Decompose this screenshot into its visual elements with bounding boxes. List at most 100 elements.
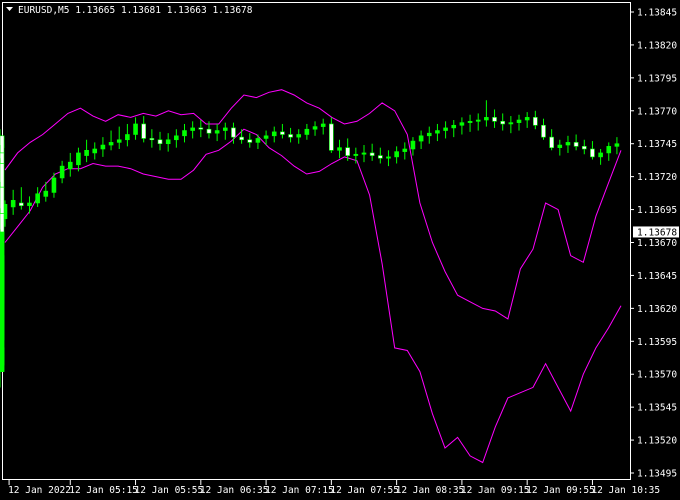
candle-body [329,123,334,151]
candle-body [533,117,538,126]
candle-body [508,122,514,125]
candle-body [280,131,285,135]
candle-body [426,132,432,137]
x-tick-label: 12 Jan 2022 [8,485,71,496]
candle-body [165,139,171,145]
candle-body [10,200,16,208]
x-tick-label: 12 Jan 09:15 [461,485,530,496]
candle-body [475,119,481,122]
candle-body [0,273,5,304]
y-tick-label: 1.13695 [637,205,677,216]
candle-body [410,140,416,150]
candle-body [141,123,147,139]
y-tick-label: 1.13520 [637,436,677,447]
candle-body [0,135,5,154]
x-tick-label: 12 Jan 06:35 [200,485,269,496]
candle-body [125,134,130,141]
y-tick-label: 1.13720 [637,172,677,183]
candle-body [214,130,220,134]
y-tick-label: 1.13545 [637,403,677,414]
candle-body [353,153,359,156]
candle-body [206,128,212,134]
candle-body [386,156,391,159]
candle-body [116,139,122,143]
candle-body [369,152,375,156]
current-price-label: 1.13678 [637,227,677,238]
candle-body [19,202,24,206]
price-axis[interactable]: 1.13845 1.13820 1.13795 1.13770 1.13745 1.137… [630,8,677,480]
candle-body [0,363,5,372]
candle-body [35,193,40,204]
candle-body [59,165,65,179]
candle-body [100,144,106,150]
x-tick-label: 12 Jan 08:35 [396,485,465,496]
candle-body [443,127,448,131]
candle-body [565,142,571,146]
candle-body [67,161,73,170]
y-tick-label: 1.13645 [637,271,677,282]
candle-body [271,131,277,137]
candle-body [84,150,89,156]
candle-body [614,143,620,147]
candle-body [459,122,465,126]
candle-body [76,152,81,166]
candle-body [43,190,49,197]
price-chart[interactable]: 1.13845 1.13820 1.13795 1.13770 1.13745 1.137… [0,0,680,500]
candle[interactable] [0,229,5,283]
candle-body [524,117,530,121]
candle-body [557,144,563,148]
candle-body [361,152,367,155]
candle-body [149,138,155,141]
x-tick-label: 12 Jan 05:55 [135,485,204,496]
candle-body [263,135,269,139]
candle-body [108,142,114,146]
chart-background [0,0,680,500]
y-tick-label: 1.13745 [637,139,677,150]
y-tick-label: 1.13795 [637,73,677,84]
x-tick-label: 12 Jan 10:35 [591,485,660,496]
candle-body [0,231,5,275]
candle-body [492,117,497,122]
y-tick-label: 1.13670 [637,238,677,249]
candle-body [304,128,310,135]
x-tick-label: 12 Jan 07:55 [330,485,399,496]
candle-body [92,148,98,154]
candle-body [484,117,489,121]
candle-body [182,130,187,137]
y-tick-label: 1.13570 [637,370,677,381]
candle-body [296,134,302,138]
candle-body [190,127,195,131]
current-price-tag: 1.13678 [633,226,679,238]
candle-body [255,138,261,143]
candle-body [174,135,179,141]
symbol-info: EURUSD,M5 1.13665 1.13681 1.13663 1.1367… [18,5,253,16]
candle-body [239,136,244,141]
candle-body [606,146,612,154]
candle-body [418,135,424,142]
candle-body [0,186,5,214]
candle-body [500,121,505,125]
y-tick-label: 1.13845 [637,8,677,19]
candle-body [157,139,163,145]
x-tick-label: 12 Jan 09:55 [526,485,595,496]
candle-body [337,147,342,151]
candle-body [467,121,473,123]
candle-body [598,152,603,158]
candle-body [378,155,383,159]
candle-body [288,134,293,138]
y-tick-label: 1.13620 [637,304,677,315]
x-tick-label: 12 Jan 05:15 [69,485,138,496]
x-tick-label: 12 Jan 07:15 [265,485,334,496]
candle-body [198,127,204,130]
candle-body [0,163,5,188]
candle-body [516,119,522,123]
y-tick-label: 1.13820 [637,40,677,51]
candle-body [435,130,440,134]
candle-body [581,146,587,150]
candle-body [247,139,253,143]
candle-body [0,152,5,164]
y-tick-label: 1.13495 [637,469,677,480]
candle-body [133,123,138,135]
y-tick-label: 1.13595 [637,337,677,348]
candle-body [549,136,554,148]
